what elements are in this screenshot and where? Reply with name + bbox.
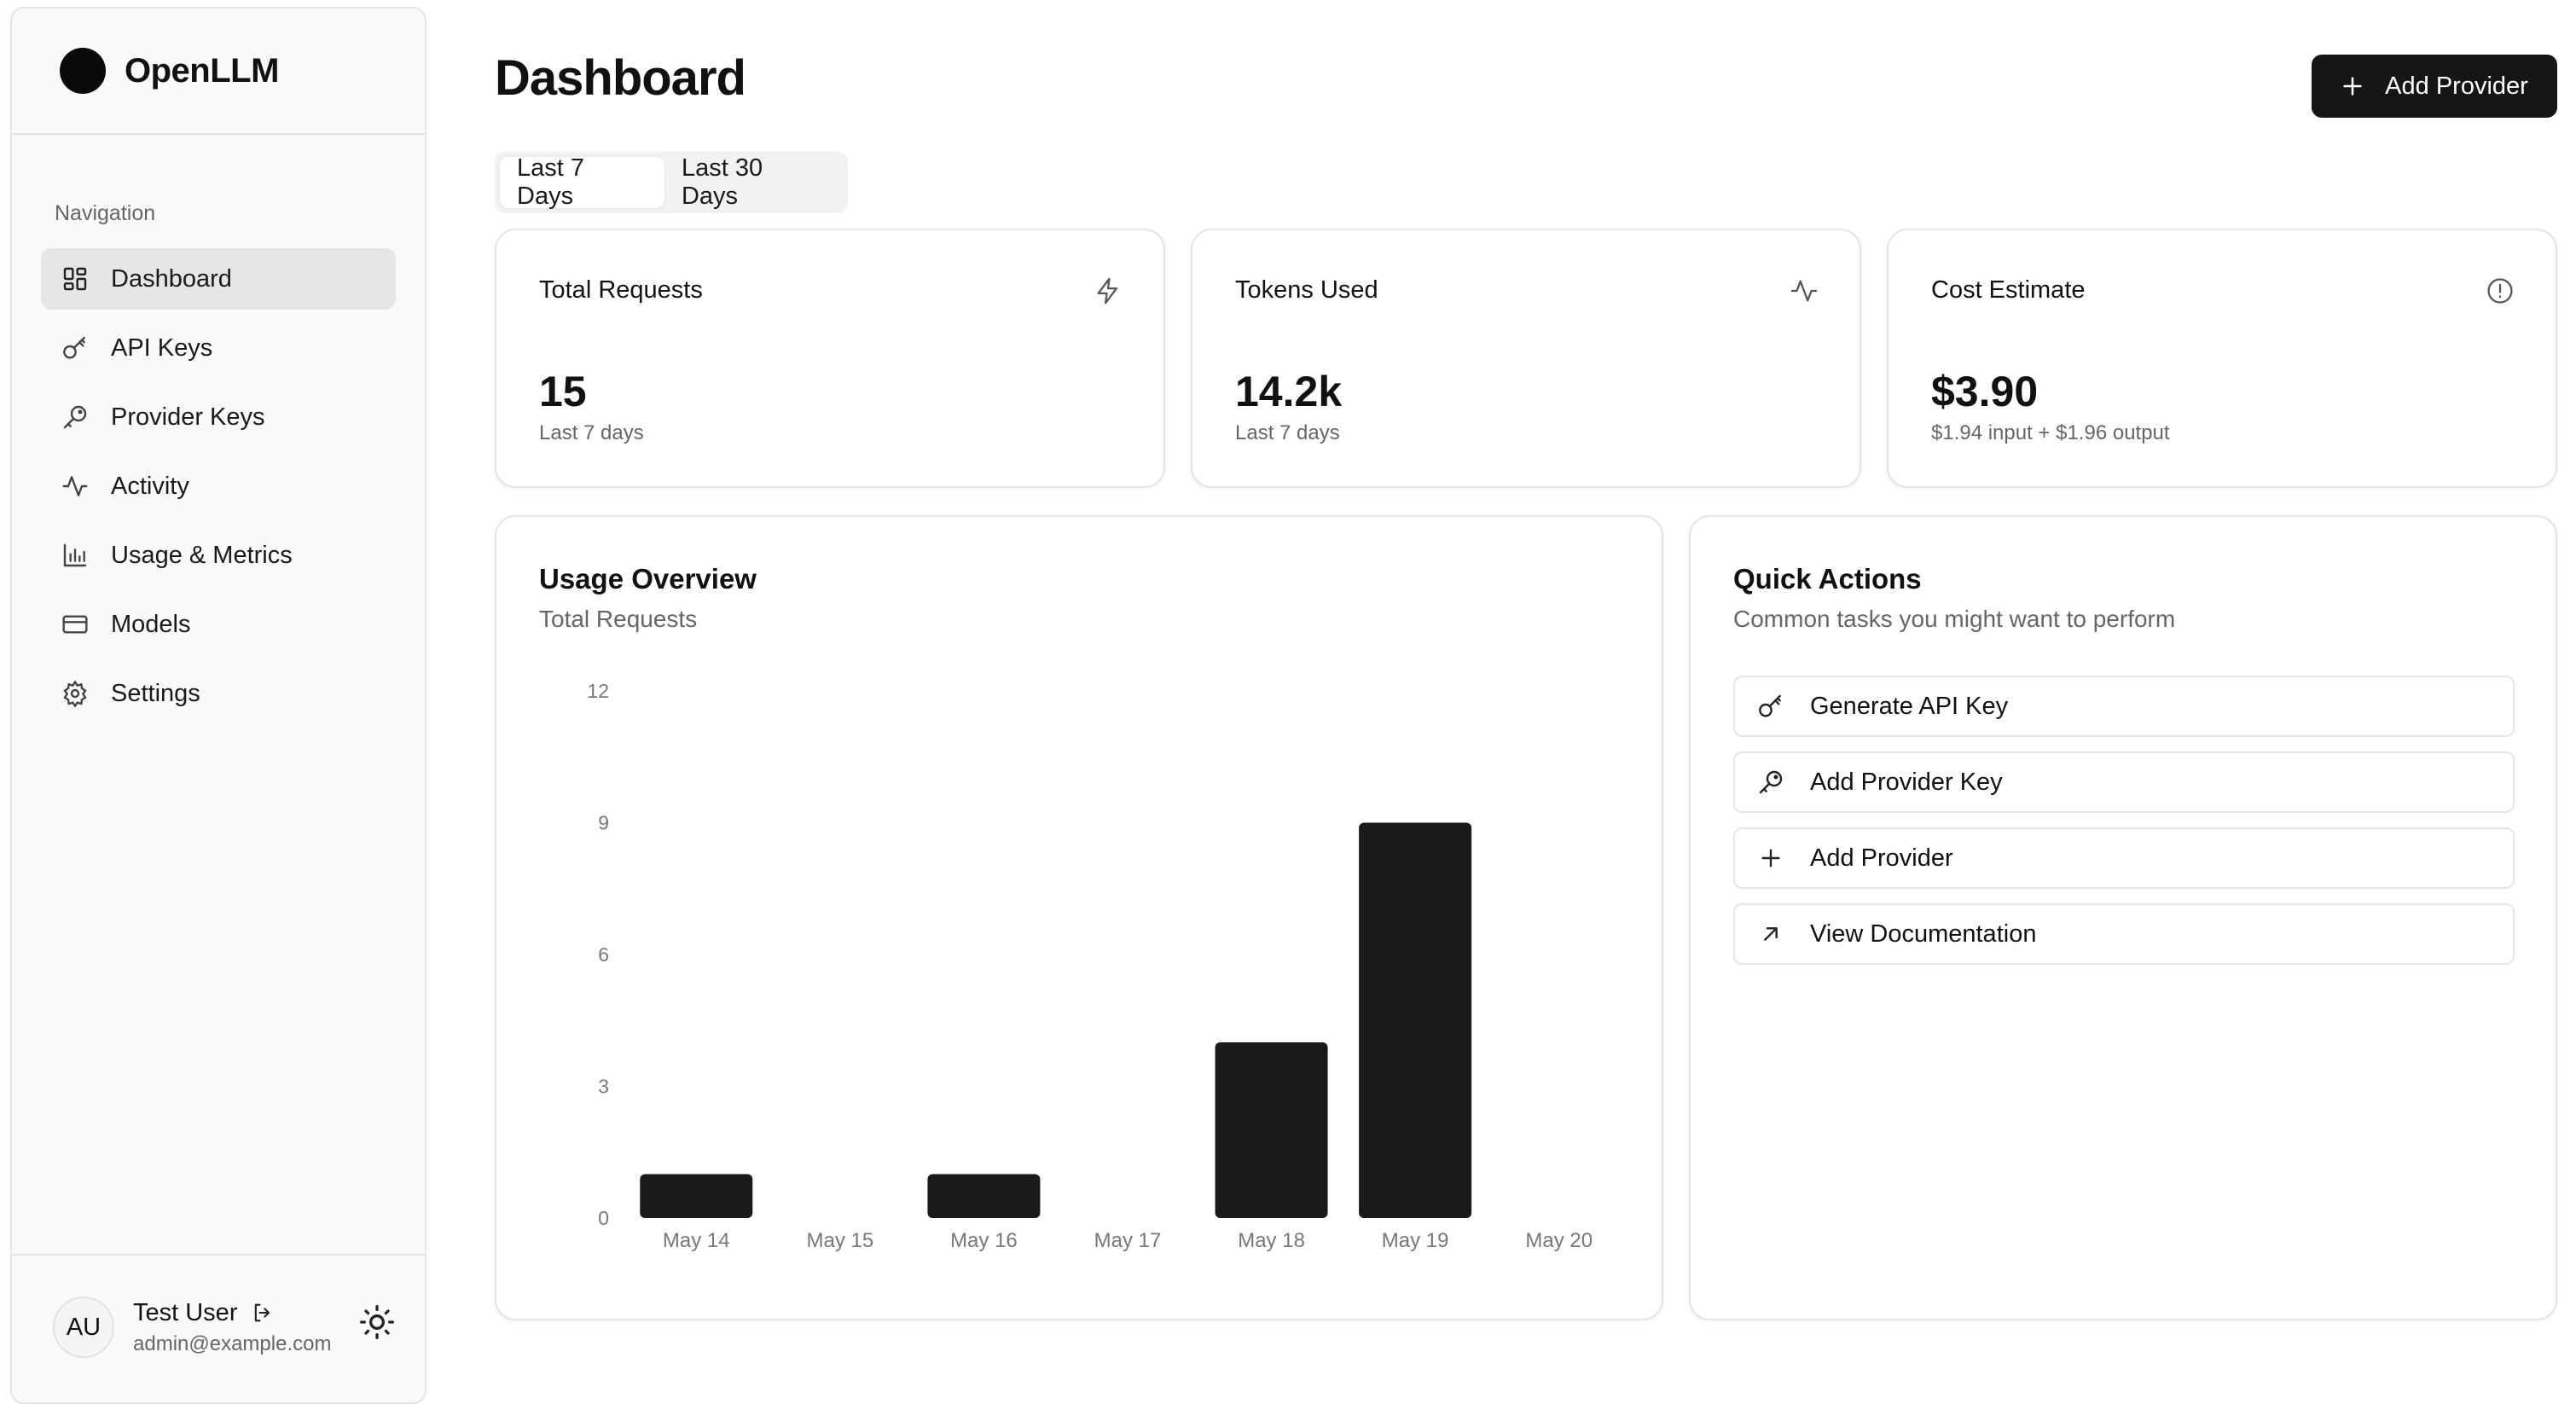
key-icon [63,336,85,359]
add-provider-button[interactable]: Add Provider [2312,55,2557,118]
stat-subtext: Last 7 days [1235,421,1340,444]
tab-last-30-days[interactable]: Last 30 Days [664,154,843,210]
stat-value: $3.90 [1931,368,2039,415]
key-round-icon [63,405,87,429]
y-tick-label: 0 [598,1207,609,1229]
sidebar-nav: Dashboard API Keys Provider Keys Activit… [12,248,425,724]
plus-icon [2343,77,2362,96]
avatar[interactable]: AU [53,1297,114,1358]
action-label: Generate API Key [1810,692,2009,720]
stat-card-total-requests: Total Requests 15 Last 7 days [495,229,1165,488]
sidebar-item-usage-metrics[interactable]: Usage & Metrics [41,525,396,586]
sidebar-item-settings[interactable]: Settings [41,663,396,724]
chart-bar[interactable] [640,1174,753,1219]
user-panel: AU Test User admin@example.com [12,1254,425,1399]
card-icon [62,615,88,634]
generate-api-key-button[interactable]: Generate API Key [1733,676,2515,737]
add-provider-key-button[interactable]: Add Provider Key [1733,751,2515,813]
x-tick-label: May 17 [1094,1229,1162,1252]
sidebar: OpenLLM Navigation Dashboard API Keys Pr… [10,7,426,1404]
stat-card-tokens-used: Tokens Used 14.2k Last 7 days [1191,229,1861,488]
quick-actions-subtitle: Common tasks you might want to perform [1733,606,2176,632]
y-tick-label: 3 [598,1076,609,1098]
sidebar-item-label: Settings [111,679,200,707]
stat-value: 14.2k [1235,368,1343,415]
stat-value: 15 [539,368,587,415]
stat-card-cost-estimate: Cost Estimate $3.90 $1.94 input + $1.96 … [1887,229,2557,488]
stat-subtext: Last 7 days [539,421,644,444]
x-tick-label: May 16 [950,1229,1018,1252]
sidebar-item-api-keys[interactable]: API Keys [41,317,396,379]
x-tick-label: May 18 [1238,1229,1305,1252]
user-email: admin@example.com [133,1331,332,1355]
activity-icon [62,476,88,496]
action-label: Add Provider Key [1810,768,2003,796]
y-tick-label: 6 [598,943,609,966]
add-provider-label: Add Provider [2385,72,2528,100]
x-tick-label: May 20 [1525,1229,1593,1252]
sidebar-item-provider-keys[interactable]: Provider Keys [41,386,396,448]
quick-actions-card: Quick Actions Common tasks you might wan… [1689,515,2557,1320]
action-label: Add Provider [1810,844,1953,872]
quick-actions-list: Generate API Key Add Provider Key Add Pr… [1733,676,2515,979]
sidebar-item-models[interactable]: Models [41,594,396,655]
sidebar-item-label: Dashboard [111,264,232,293]
tab-last-7-days[interactable]: Last 7 Days [500,154,664,210]
usage-bar-chart: 0 3 6 9 12 May 14 May 15 May 16 May 17 May 18 May … [587,680,1593,1252]
arrow-up-right-icon [1764,927,1778,941]
action-label: View Documentation [1810,920,2037,948]
stat-label: Cost Estimate [1931,276,2086,304]
user-name: Test User [133,1298,238,1326]
plus-icon [1761,849,1780,867]
stat-label: Tokens Used [1235,276,1378,304]
usage-overview-card: Usage Overview Total Requests 0 3 6 9 12 May … [495,515,1663,1320]
zap-icon [1097,277,1118,305]
info-icon [2487,278,2513,304]
x-tick-label: May 15 [807,1229,874,1252]
chart-bar[interactable] [927,1174,1041,1219]
sidebar-item-label: Usage & Metrics [111,541,293,569]
dashboard-icon [63,267,87,291]
stat-label: Total Requests [539,276,703,304]
gear-icon [63,680,87,707]
theme-toggle-sun-icon[interactable] [358,1303,396,1341]
sidebar-item-label: Activity [111,472,189,500]
sidebar-item-dashboard[interactable]: Dashboard [41,248,396,310]
sidebar-item-label: Models [111,610,191,638]
view-documentation-button[interactable]: View Documentation [1733,903,2515,965]
date-range-tabs: Last 7 Days Last 30 Days [495,152,848,213]
chart-bar[interactable] [1215,1042,1328,1218]
app-name: OpenLLM [125,51,279,90]
logo-icon [60,48,106,94]
y-tick-label: 9 [598,812,609,834]
key-icon [1759,694,1781,717]
sidebar-item-label: Provider Keys [111,403,265,431]
user-name-row: Test User [133,1299,331,1327]
activity-icon [1790,280,1818,302]
bar-chart-icon [63,543,87,567]
sidebar-item-label: API Keys [111,334,213,362]
brand[interactable]: OpenLLM [12,9,425,135]
quick-actions-title: Quick Actions [1733,563,1922,595]
nav-section-title: Navigation [55,201,156,225]
add-provider-action-button[interactable]: Add Provider [1733,827,2515,889]
x-tick-label: May 19 [1382,1229,1449,1252]
stat-subtext: $1.94 input + $1.96 output [1931,421,2170,444]
y-tick-label: 12 [587,680,609,702]
chart-bar[interactable] [1359,822,1472,1219]
x-tick-label: May 14 [663,1229,730,1252]
logout-icon[interactable] [251,1301,275,1325]
page-title: Dashboard [495,50,746,106]
sidebar-item-activity[interactable]: Activity [41,455,396,517]
key-round-icon [1759,770,1783,794]
